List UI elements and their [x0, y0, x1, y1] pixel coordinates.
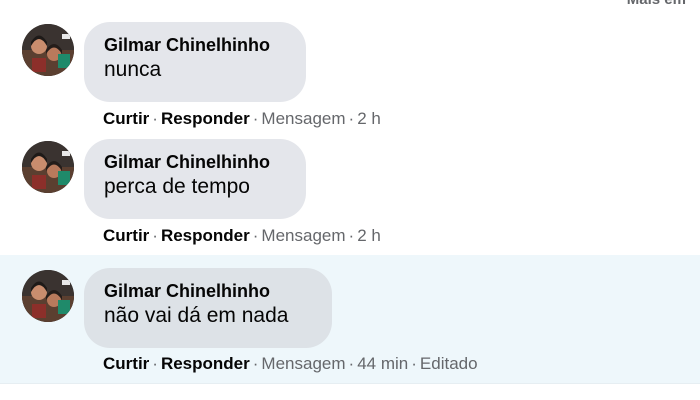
like-button[interactable]: Curtir: [103, 109, 149, 128]
comment-text: perca de tempo: [104, 175, 250, 198]
comment-item: Gilmar Chinelhinho nunca Curtir · Responde…: [0, 0, 700, 135]
separator-dot: ·: [252, 226, 259, 245]
separator-dot: ·: [252, 354, 259, 373]
comment-actions: Curtir · Responder · Mensagem · 44 min · Editado: [103, 353, 478, 375]
separator-dot: ·: [152, 354, 158, 373]
separator-dot: ·: [348, 354, 355, 373]
comment-timestamp[interactable]: 2 h: [357, 226, 381, 245]
comment-timestamp[interactable]: 2 h: [357, 109, 381, 128]
comment-bubble: Gilmar Chinelhinho perca de tempo: [84, 139, 306, 219]
comment-author[interactable]: Gilmar Chinelhinho: [104, 34, 286, 56]
comment-text: não vai dá em nada: [104, 304, 289, 327]
reply-button[interactable]: Responder: [161, 226, 250, 245]
message-button[interactable]: Mensagem: [261, 109, 345, 128]
comment-timestamp[interactable]: 44 min: [357, 354, 408, 373]
separator-dot: ·: [152, 109, 158, 128]
comment-item: Gilmar Chinelhinho não vai dá em nada Cu…: [0, 255, 700, 384]
comment-actions: Curtir · Responder · Mensagem · 2 h: [103, 225, 381, 247]
comment-author[interactable]: Gilmar Chinelhinho: [104, 151, 286, 173]
like-button[interactable]: Curtir: [103, 226, 149, 245]
avatar[interactable]: [22, 141, 74, 193]
reply-button[interactable]: Responder: [161, 354, 250, 373]
comment-author[interactable]: Gilmar Chinelhinho: [104, 280, 312, 302]
comment-actions: Curtir · Responder · Mensagem · 2 h: [103, 108, 381, 130]
separator-dot: ·: [348, 109, 355, 128]
reply-button[interactable]: Responder: [161, 109, 250, 128]
avatar-photo-icon: [22, 141, 74, 193]
comment-text: nunca: [104, 58, 162, 81]
comment-bubble: Gilmar Chinelhinho não vai dá em nada: [84, 268, 332, 348]
comment-bubble: Gilmar Chinelhinho nunca: [84, 22, 306, 102]
comment-item: Gilmar Chinelhinho perca de tempo Curtir…: [0, 135, 700, 255]
avatar[interactable]: [22, 24, 74, 76]
comment-thread: Mais em Gilmar Chinelhinho nunca Curtir·…: [0, 0, 700, 400]
separator-dot: ·: [411, 354, 417, 373]
like-button[interactable]: Curtir: [103, 354, 149, 373]
separator-dot: ·: [152, 226, 158, 245]
avatar[interactable]: [22, 270, 74, 322]
avatar-photo-icon: [22, 270, 74, 322]
message-button[interactable]: Mensagem: [261, 354, 345, 373]
edited-label[interactable]: Editado: [420, 354, 478, 373]
separator-dot: ·: [348, 226, 355, 245]
avatar-photo-icon: [22, 24, 74, 76]
message-button[interactable]: Mensagem: [261, 226, 345, 245]
separator-dot: ·: [252, 109, 259, 128]
